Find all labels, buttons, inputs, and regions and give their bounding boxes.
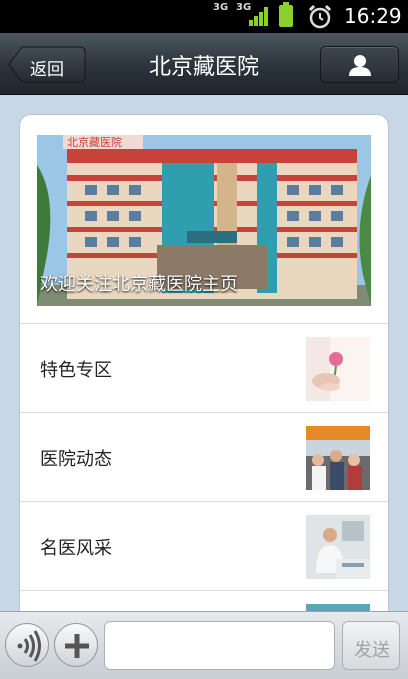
- plus-icon: [65, 634, 89, 658]
- battery-icon: [279, 2, 293, 27]
- banner-caption: 欢迎关注北京藏医院主页: [40, 274, 238, 295]
- voice-button[interactable]: [5, 623, 49, 667]
- status-time: 16:29: [344, 4, 402, 28]
- flower-hands-thumbnail: [306, 337, 370, 401]
- menu-item-label: 特色专区: [40, 360, 112, 381]
- menu-item-label: 名医风采: [40, 538, 112, 559]
- message-text-field[interactable]: [104, 621, 335, 670]
- signal-icon: [249, 6, 269, 26]
- network-type-1: 3G: [213, 2, 229, 13]
- voice-icon: [17, 630, 41, 662]
- menu-item-hospital-news[interactable]: 医院动态: [20, 413, 388, 501]
- send-label: 发送: [354, 640, 390, 661]
- person-icon: [349, 55, 371, 76]
- send-button[interactable]: 发送: [342, 621, 400, 670]
- menu-item-label: 医院动态: [40, 449, 112, 470]
- menu-item-features[interactable]: 特色专区: [20, 324, 388, 412]
- menu-item-famous-doctors[interactable]: 名医风采: [20, 502, 388, 590]
- banner-sign-text: 北京藏医院: [67, 135, 122, 149]
- title-bar: 返回 北京藏医院: [0, 33, 408, 95]
- alarm-clock-icon: [307, 4, 333, 30]
- doctor-thumbnail: [306, 515, 370, 579]
- status-bar: 3G 3G 16:29: [0, 0, 408, 33]
- banner-image[interactable]: 北京藏医院 欢迎关注北京藏医院主页: [37, 135, 371, 306]
- add-attachment-button[interactable]: [54, 623, 98, 667]
- content-card: 北京藏医院 欢迎关注北京藏医院主页 特色专区 医院动态 名医风采: [19, 114, 389, 634]
- message-input-bar: 发送: [0, 611, 408, 679]
- news-crowd-thumbnail: [306, 426, 370, 490]
- user-profile-button[interactable]: [320, 46, 399, 83]
